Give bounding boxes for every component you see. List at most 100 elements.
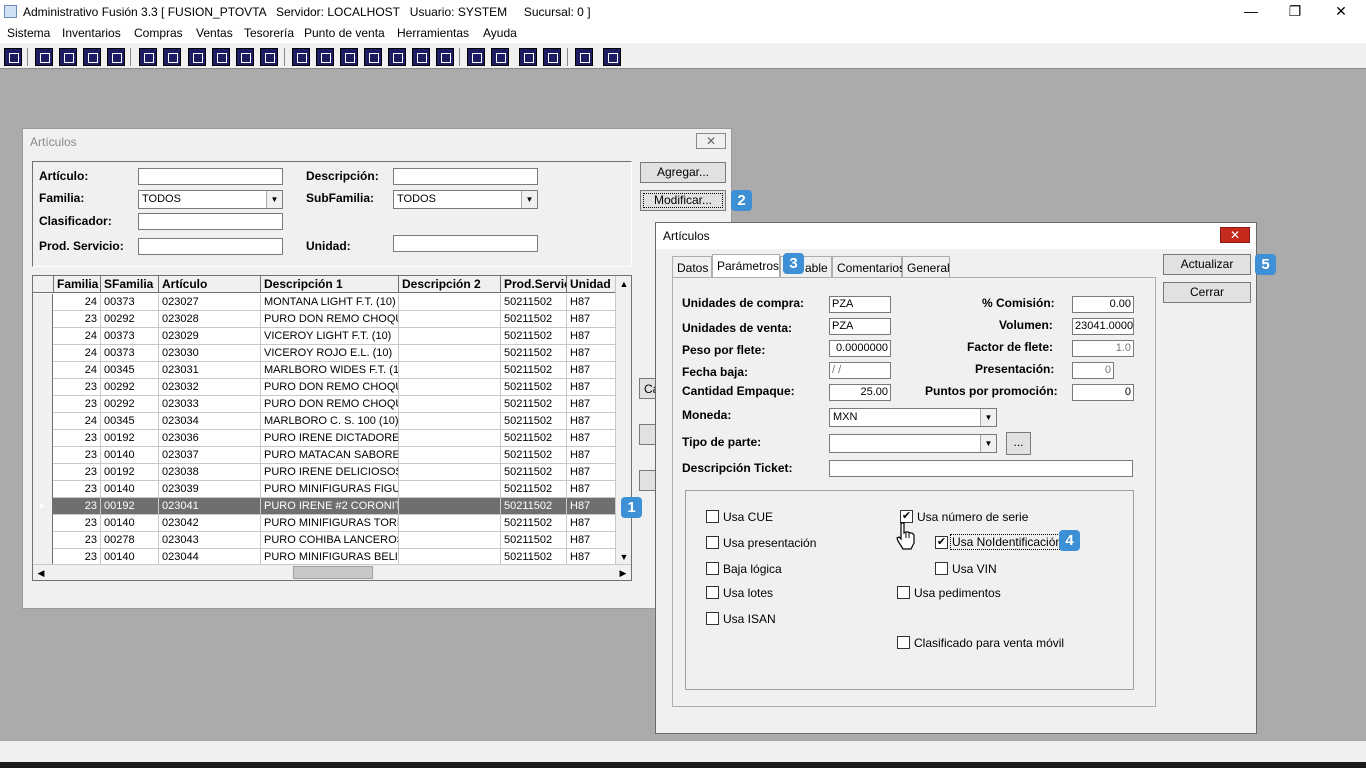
usa-numero-serie-label[interactable]: Usa número de serie (917, 510, 1028, 524)
info-icon[interactable] (4, 48, 22, 66)
tipo-parte-select[interactable]: ▼ (829, 434, 997, 453)
table-row[interactable]: 23 00140 023042 PURO MINIFIGURAS TORBI 50211… (33, 515, 617, 532)
tipo-parte-browse-button[interactable]: ... (1006, 432, 1031, 455)
window-icon[interactable] (35, 48, 53, 66)
chevron-down-icon[interactable]: ▼ (980, 435, 996, 452)
usa-presentacion-label[interactable]: Usa presentación (723, 536, 816, 550)
usa-vin-checkbox[interactable] (935, 562, 948, 575)
folder-icon[interactable] (163, 48, 181, 66)
menu-inventarios[interactable]: Inventarios (62, 26, 121, 40)
table-row[interactable]: 23 00192 023036 PURO IRENE DICTADORES 502115… (33, 430, 617, 447)
peso-flete-input[interactable]: 0.0000000 (829, 340, 891, 357)
column-header-unidad[interactable]: Unidad (567, 276, 617, 293)
people-icon[interactable] (292, 48, 310, 66)
row-selector[interactable] (33, 464, 53, 481)
subfamilia-select[interactable]: TODOS ▼ (393, 190, 538, 209)
table-row[interactable]: 23 00292 023028 PURO DON REMO CHOQUI 5021150… (33, 311, 617, 328)
agregar-button[interactable]: Agregar... (640, 162, 726, 183)
row-selector[interactable] (33, 362, 53, 379)
scroll-right-icon[interactable]: ▶ (615, 565, 631, 580)
back-icon[interactable] (575, 48, 593, 66)
maximize-button[interactable]: ❐ (1272, 0, 1318, 24)
unidades-venta-input[interactable]: PZA (829, 318, 891, 335)
list-icon[interactable] (260, 48, 278, 66)
menu-compras[interactable]: Compras (134, 26, 183, 40)
row-selector[interactable] (33, 447, 53, 464)
tab-general[interactable]: General (902, 256, 950, 277)
desc-ticket-input[interactable] (829, 460, 1133, 477)
tab-parametros[interactable]: Parámetros (712, 254, 780, 277)
row-selector[interactable] (33, 481, 53, 498)
moneda-select[interactable]: MXN ▼ (829, 408, 997, 427)
usa-isan-label[interactable]: Usa ISAN (723, 612, 776, 626)
move-icon[interactable] (340, 48, 358, 66)
print-icon[interactable] (212, 48, 230, 66)
cerrar-button[interactable]: Cerrar (1163, 282, 1251, 303)
volumen-input[interactable]: 23041.0000 (1072, 318, 1134, 335)
column-header-descripcion1[interactable]: Descripción 1 (261, 276, 399, 293)
grid-vertical-scrollbar[interactable]: ▲ ▼ (615, 276, 631, 565)
row-selector[interactable] (33, 532, 53, 549)
menu-punto-de-venta[interactable]: Punto de venta (304, 26, 385, 40)
zoom-icon[interactable] (491, 48, 509, 66)
scroll-thumb[interactable] (293, 566, 373, 579)
row-selector[interactable] (33, 311, 53, 328)
chevron-down-icon[interactable]: ▼ (521, 191, 537, 208)
row-selector[interactable] (33, 430, 53, 447)
row-selector[interactable] (33, 396, 53, 413)
table-row[interactable]: 23 00192 023038 PURO IRENE DELICIOSOS 502115… (33, 464, 617, 481)
presentacion-input[interactable]: 0 (1072, 362, 1114, 379)
export-icon[interactable] (188, 48, 206, 66)
add-icon[interactable] (364, 48, 382, 66)
articulo-dialog-close-button[interactable]: ✕ (1220, 227, 1250, 243)
baja-logica-checkbox[interactable] (706, 562, 719, 575)
close-app-button[interactable]: ✕ (1318, 0, 1364, 24)
clasificado-movil-label[interactable]: Clasificado para venta móvil (914, 636, 1064, 650)
row-selector[interactable] (33, 294, 53, 311)
puntos-input[interactable]: 0 (1072, 384, 1134, 401)
usa-isan-checkbox[interactable] (706, 612, 719, 625)
column-header-prodservicio[interactable]: Prod.Servic (501, 276, 567, 293)
table-row[interactable]: 24 00345 023034 MARLBORO C. S. 100 (10) 5021… (33, 413, 617, 430)
familia-select[interactable]: TODOS ▼ (138, 190, 283, 209)
menu-ayuda[interactable]: Ayuda (483, 26, 517, 40)
table-row[interactable]: 24 00373 023027 MONTANA LIGHT F.T. (10) 5021… (33, 294, 617, 311)
scroll-down-icon[interactable]: ▼ (616, 549, 631, 565)
clasificado-movil-checkbox[interactable] (897, 636, 910, 649)
menu-herramientas[interactable]: Herramientas (397, 26, 469, 40)
scroll-left-icon[interactable]: ◀ (33, 565, 49, 580)
refresh-icon[interactable] (519, 48, 537, 66)
table-row[interactable]: 24 00373 023029 VICEROY LIGHT F.T. (10) 5021… (33, 328, 617, 345)
clasificador-input[interactable] (138, 213, 283, 230)
fecha-baja-input[interactable]: / / (829, 362, 891, 379)
usa-lotes-checkbox[interactable] (706, 586, 719, 599)
usa-lotes-label[interactable]: Usa lotes (723, 586, 773, 600)
menu-tesoreria[interactable]: Tesorería (244, 26, 294, 40)
home-icon[interactable] (467, 48, 485, 66)
column-header-sfamilia[interactable]: SFamilia (101, 276, 159, 293)
user-icon[interactable] (139, 48, 157, 66)
column-header-descripcion2[interactable]: Descripción 2 (399, 276, 501, 293)
search-doc-icon[interactable] (107, 48, 125, 66)
unidades-compra-input[interactable]: PZA (829, 296, 891, 313)
unidad-input[interactable] (393, 235, 538, 252)
menu-ventas[interactable]: Ventas (196, 26, 233, 40)
table-row[interactable]: 24 00373 023030 VICEROY ROJO E.L. (10) 50211… (33, 345, 617, 362)
transfer-icon[interactable] (83, 48, 101, 66)
factor-flete-input[interactable]: 1.0 (1072, 340, 1134, 357)
row-selector[interactable] (33, 345, 53, 362)
dollar-icon[interactable] (388, 48, 406, 66)
scroll-up-icon[interactable]: ▲ (616, 276, 631, 292)
usa-cue-label[interactable]: Usa CUE (723, 510, 773, 524)
file-icon[interactable] (436, 48, 454, 66)
document-icon[interactable] (236, 48, 254, 66)
table-row[interactable]: 23 00140 023039 PURO MINIFIGURAS FIGUR 50211… (33, 481, 617, 498)
tab-datos[interactable]: Datos (672, 256, 712, 277)
box-icon[interactable] (316, 48, 334, 66)
clipboard-icon[interactable] (59, 48, 77, 66)
usa-vin-label[interactable]: Usa VIN (952, 562, 997, 576)
usa-noidentificacion-checkbox[interactable]: ✔ (935, 536, 948, 549)
tab-comentarios[interactable]: Comentarios (832, 256, 905, 277)
usa-pedimentos-label[interactable]: Usa pedimentos (914, 586, 1001, 600)
descripcion-input[interactable] (393, 168, 538, 185)
